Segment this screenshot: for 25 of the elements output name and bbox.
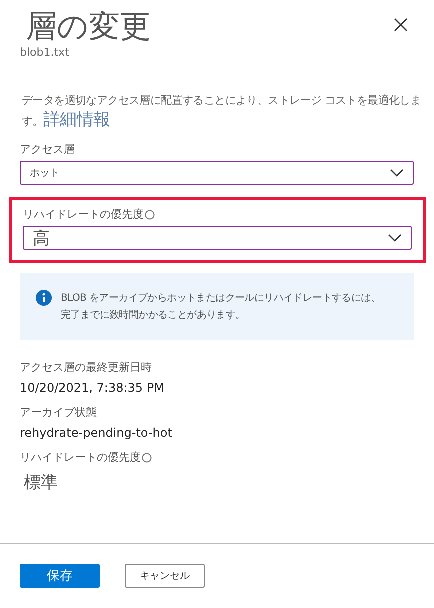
field-label: リハイドレートの優先度 bbox=[23, 207, 144, 223]
property-value: rehydrate-pending-to-hot bbox=[20, 426, 174, 440]
description-text: データを適切なアクセス層に配置することにより、ストレージ コストを最適化します。詳細情報 bbox=[22, 93, 422, 131]
info-icon bbox=[36, 290, 52, 306]
property-label: アクセス層の最終更新日時 bbox=[20, 360, 152, 376]
dropdown[interactable]: ホット bbox=[20, 161, 414, 185]
property-value: 標準 bbox=[24, 472, 59, 494]
panel-title: 層の変更 bbox=[26, 8, 151, 46]
file-name: blob1.txt bbox=[20, 46, 70, 59]
save-button[interactable]: 保存 bbox=[20, 564, 100, 588]
info-message: BLOB をアーカイブからホットまたはクールにリハイドレートするには、 bbox=[61, 292, 380, 306]
cancel-button[interactable]: キャンセル bbox=[125, 564, 205, 588]
info-icon bbox=[145, 210, 155, 220]
close-icon bbox=[394, 18, 408, 32]
property-value: 10/20/2021, 7:38:35 PM bbox=[20, 381, 166, 395]
chevron-down-icon bbox=[388, 234, 402, 242]
info-message: 完了までに数時間かかることがあります。 bbox=[61, 308, 246, 323]
info-icon bbox=[142, 453, 152, 463]
dropdown[interactable]: 高 bbox=[23, 226, 412, 250]
close-button[interactable] bbox=[394, 18, 408, 32]
learn-more-link[interactable]: 詳細情報 bbox=[43, 110, 110, 130]
property-label: リハイドレートの優先度 bbox=[20, 450, 141, 466]
chevron-down-icon bbox=[390, 169, 404, 177]
field-label: アクセス層 bbox=[20, 142, 75, 158]
property-label: アーカイブ状態 bbox=[20, 405, 97, 421]
